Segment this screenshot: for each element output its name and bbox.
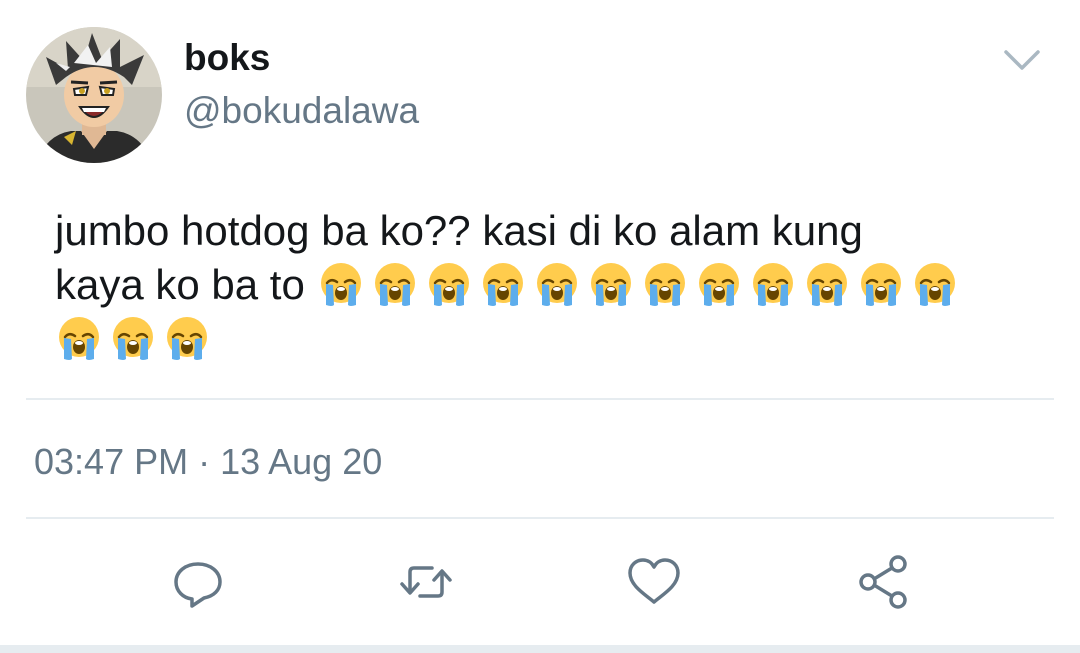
loudly-crying-face-icon xyxy=(374,263,415,306)
loudly-crying-face-icon xyxy=(806,263,847,306)
loudly-crying-face-icon xyxy=(113,317,153,360)
avatar[interactable] xyxy=(26,27,162,163)
anime-character-avatar-icon xyxy=(26,27,162,163)
tweet-text-line-1: jumbo hotdog ba ko?? kasi di ko alam kun… xyxy=(55,207,863,254)
tweet-timestamp[interactable]: 03:47 PM · 13 Aug 20 xyxy=(34,440,382,484)
loudly-crying-face-icon xyxy=(590,263,631,306)
tweet-text: jumbo hotdog ba ko?? kasi di ko alam kun… xyxy=(55,204,1045,366)
loudly-crying-face-icon xyxy=(320,263,361,306)
retweet-icon xyxy=(400,566,452,598)
share-icon xyxy=(859,555,907,609)
bottom-separator xyxy=(0,645,1080,653)
loudly-crying-face-icon xyxy=(698,263,739,306)
share-button[interactable] xyxy=(854,552,914,612)
display-name[interactable]: boks xyxy=(184,36,270,80)
loudly-crying-face-icon xyxy=(482,263,523,306)
chevron-down-icon[interactable] xyxy=(1000,40,1044,80)
tweet-card: boks @bokudalawa jumbo hotdog ba ko?? ka… xyxy=(0,0,1080,653)
loudly-crying-face-icon xyxy=(167,317,207,360)
reply-button[interactable] xyxy=(168,552,228,612)
user-handle[interactable]: @bokudalawa xyxy=(184,89,419,133)
loudly-crying-face-icon xyxy=(59,317,99,360)
divider xyxy=(26,517,1054,519)
tweet-text-line-2: kaya ko ba to xyxy=(55,261,305,308)
loudly-crying-face-icon xyxy=(914,263,955,306)
like-button[interactable] xyxy=(624,552,684,612)
loudly-crying-face-icon xyxy=(644,263,685,306)
loudly-crying-face-icon xyxy=(536,263,577,306)
heart-icon xyxy=(628,558,680,604)
loudly-crying-face-icon xyxy=(428,263,469,306)
loudly-crying-face-icon xyxy=(752,263,793,306)
retweet-button[interactable] xyxy=(396,552,456,612)
loudly-crying-face-icon xyxy=(860,263,901,306)
divider xyxy=(26,398,1054,400)
reply-icon xyxy=(174,562,222,608)
